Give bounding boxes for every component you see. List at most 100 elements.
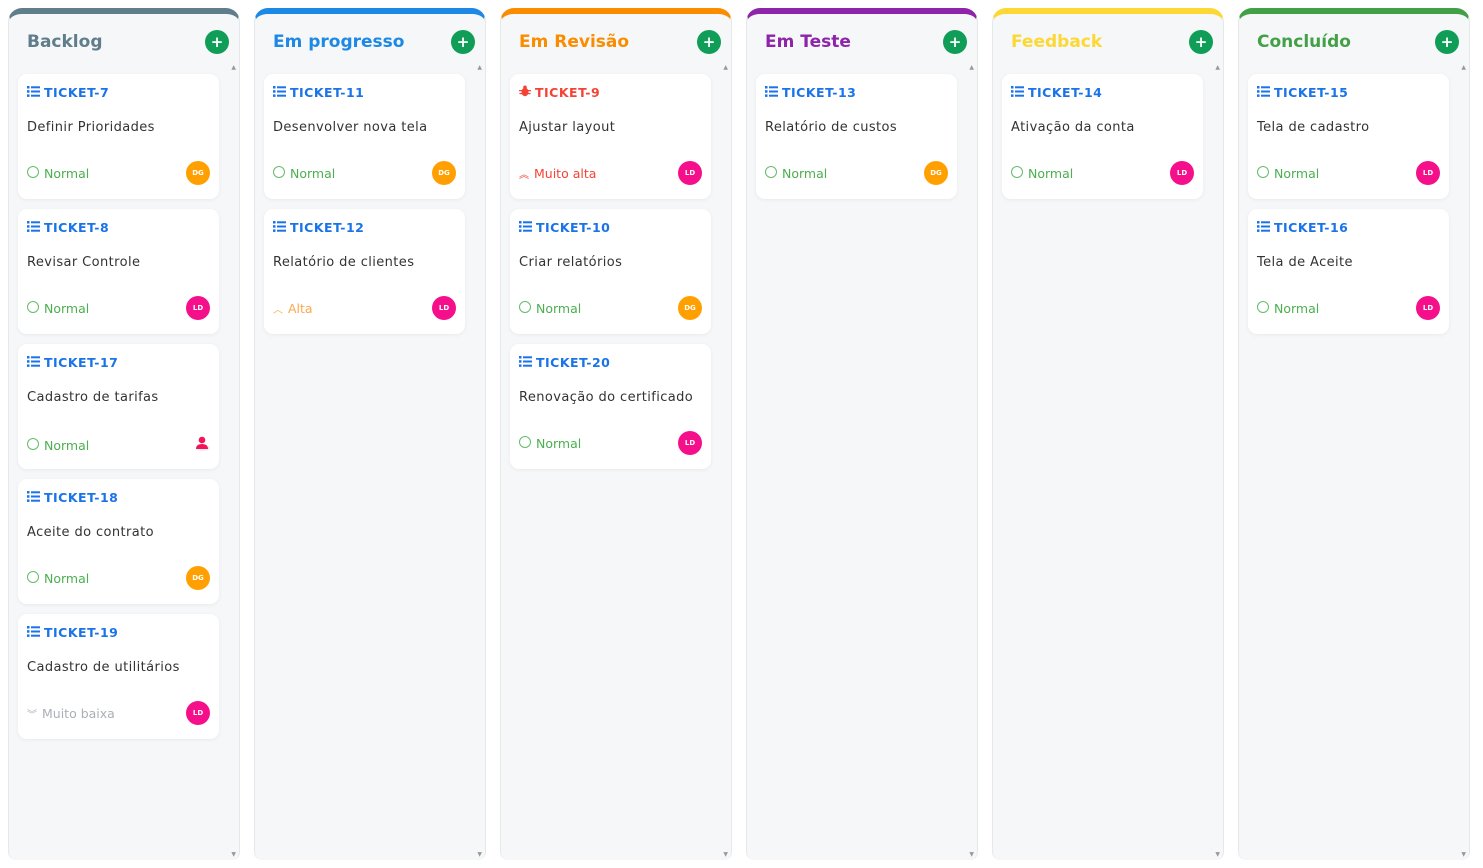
avatar[interactable]: LD [678, 161, 702, 185]
ticket-card[interactable]: TICKET-10 Criar relatórios Normal DG [510, 209, 711, 334]
avatar[interactable]: LD [1416, 296, 1440, 320]
ticket-id[interactable]: TICKET-14 [1011, 85, 1194, 100]
scroll-up-arrow[interactable]: ▲ [1461, 64, 1466, 71]
priority: Normal [27, 300, 89, 316]
column-header: Em progresso + [255, 14, 485, 70]
ticket-title: Desenvolver nova tela [273, 120, 428, 135]
ticket-id[interactable]: TICKET-10 [519, 220, 702, 235]
avatar[interactable]: LD [186, 701, 210, 725]
scroll-up-arrow[interactable]: ▲ [477, 64, 482, 71]
chevron-up-icon: ︿ [273, 304, 283, 316]
plus-icon: + [456, 33, 470, 51]
column-em-teste: Em Teste + ▲ ▼ TICKET-13 Relatório de cu… [746, 8, 978, 860]
scroll-down-arrow[interactable]: ▼ [1461, 851, 1466, 858]
plus-icon: + [210, 33, 224, 51]
ticket-card[interactable]: TICKET-7 Definir Prioridades Normal DG [18, 74, 219, 199]
ticket-id[interactable]: TICKET-11 [273, 85, 456, 100]
ticket-card[interactable]: TICKET-20 Renovação do certificado Norma… [510, 344, 711, 469]
circle-icon [27, 437, 39, 453]
circle-icon [519, 435, 531, 451]
list-icon [27, 85, 40, 100]
add-card-button[interactable]: + [697, 30, 721, 54]
priority-label: Normal [44, 165, 90, 181]
avatar[interactable]: LD [1170, 161, 1194, 185]
ticket-id[interactable]: TICKET-9 [519, 85, 702, 100]
avatar[interactable]: DG [186, 566, 210, 590]
ticket-id-label: TICKET-11 [290, 85, 365, 100]
column-title: Em Revisão [519, 32, 630, 52]
column-backlog: Backlog + ▲ ▼ TICKET-7 Definir Prioridad… [8, 8, 240, 860]
ticket-title: Definir Prioridades [27, 120, 155, 135]
ticket-id[interactable]: TICKET-8 [27, 220, 210, 235]
add-card-button[interactable]: + [205, 30, 229, 54]
ticket-title: Tela de Aceite [1257, 255, 1353, 270]
ticket-id[interactable]: TICKET-12 [273, 220, 456, 235]
scroll-down-arrow[interactable]: ▼ [723, 851, 728, 858]
ticket-card[interactable]: TICKET-14 Ativação da conta Normal LD [1002, 74, 1203, 199]
ticket-id[interactable]: TICKET-20 [519, 355, 702, 370]
scroll-down-arrow[interactable]: ▼ [231, 851, 236, 858]
priority-label: Normal [1274, 300, 1320, 316]
scroll-down-arrow[interactable]: ▼ [477, 851, 482, 858]
circle-icon [27, 570, 39, 586]
ticket-id-label: TICKET-20 [536, 355, 611, 370]
ticket-id[interactable]: TICKET-13 [765, 85, 948, 100]
add-card-button[interactable]: + [1435, 30, 1459, 54]
card-list: TICKET-11 Desenvolver nova tela Normal D… [255, 70, 485, 334]
scroll-down-arrow[interactable]: ▼ [1215, 851, 1220, 858]
avatar[interactable]: LD [432, 296, 456, 320]
priority-label: Normal [44, 437, 90, 453]
avatar[interactable]: DG [924, 161, 948, 185]
priority: Normal [1257, 165, 1319, 181]
ticket-card[interactable]: TICKET-12 Relatório de clientes ︿ Alta L… [264, 209, 465, 334]
ticket-card[interactable]: TICKET-15 Tela de cadastro Normal LD [1248, 74, 1449, 199]
priority-label: Normal [290, 165, 336, 181]
user-icon[interactable] [194, 435, 210, 455]
ticket-id-label: TICKET-8 [44, 220, 110, 235]
ticket-card[interactable]: TICKET-17 Cadastro de tarifas Normal [18, 344, 219, 469]
scroll-down-arrow[interactable]: ▼ [969, 851, 974, 858]
scroll-up-arrow[interactable]: ▲ [723, 64, 728, 71]
scroll-up-arrow[interactable]: ▲ [969, 64, 974, 71]
priority-label: Muito alta [534, 165, 597, 181]
ticket-id[interactable]: TICKET-18 [27, 490, 210, 505]
column-title: Concluído [1257, 32, 1351, 52]
double-chevron-down-icon: ︾ [27, 709, 37, 721]
avatar[interactable]: DG [432, 161, 456, 185]
add-card-button[interactable]: + [943, 30, 967, 54]
ticket-card[interactable]: TICKET-11 Desenvolver nova tela Normal D… [264, 74, 465, 199]
card-list: TICKET-9 Ajustar layout ︽ Muito alta LD … [501, 70, 731, 469]
ticket-id[interactable]: TICKET-17 [27, 355, 210, 370]
priority: Normal [27, 165, 90, 181]
priority-label: Normal [44, 570, 90, 586]
list-icon [27, 355, 40, 370]
scroll-up-arrow[interactable]: ▲ [1215, 64, 1220, 71]
card-list: TICKET-15 Tela de cadastro Normal LD TIC… [1239, 70, 1469, 334]
ticket-card[interactable]: TICKET-13 Relatório de custos Normal DG [756, 74, 957, 199]
ticket-id[interactable]: TICKET-19 [27, 625, 210, 640]
list-icon [519, 355, 532, 370]
column-title: Feedback [1011, 32, 1103, 52]
ticket-id[interactable]: TICKET-16 [1257, 220, 1440, 235]
add-card-button[interactable]: + [451, 30, 475, 54]
scroll-up-arrow[interactable]: ▲ [231, 64, 236, 71]
ticket-id[interactable]: TICKET-15 [1257, 85, 1440, 100]
avatar[interactable]: DG [186, 161, 210, 185]
priority: Normal [273, 165, 336, 181]
avatar[interactable]: LD [186, 296, 210, 320]
ticket-id[interactable]: TICKET-7 [27, 85, 210, 100]
circle-icon [273, 165, 285, 181]
ticket-card[interactable]: TICKET-18 Aceite do contrato Normal DG [18, 479, 219, 604]
avatar[interactable]: LD [1416, 161, 1440, 185]
list-icon [765, 85, 778, 100]
ticket-card[interactable]: TICKET-9 Ajustar layout ︽ Muito alta LD [510, 74, 711, 199]
ticket-id-label: TICKET-18 [44, 490, 119, 505]
priority: Normal [27, 437, 90, 453]
avatar[interactable]: DG [678, 296, 702, 320]
ticket-card[interactable]: TICKET-16 Tela de Aceite Normal LD [1248, 209, 1449, 334]
avatar[interactable]: LD [678, 431, 702, 455]
ticket-card[interactable]: TICKET-19 Cadastro de utilitários ︾ Muit… [18, 614, 219, 739]
ticket-card[interactable]: TICKET-8 Revisar Controle Normal LD [18, 209, 219, 334]
add-card-button[interactable]: + [1189, 30, 1213, 54]
ticket-title: Cadastro de tarifas [27, 390, 159, 405]
